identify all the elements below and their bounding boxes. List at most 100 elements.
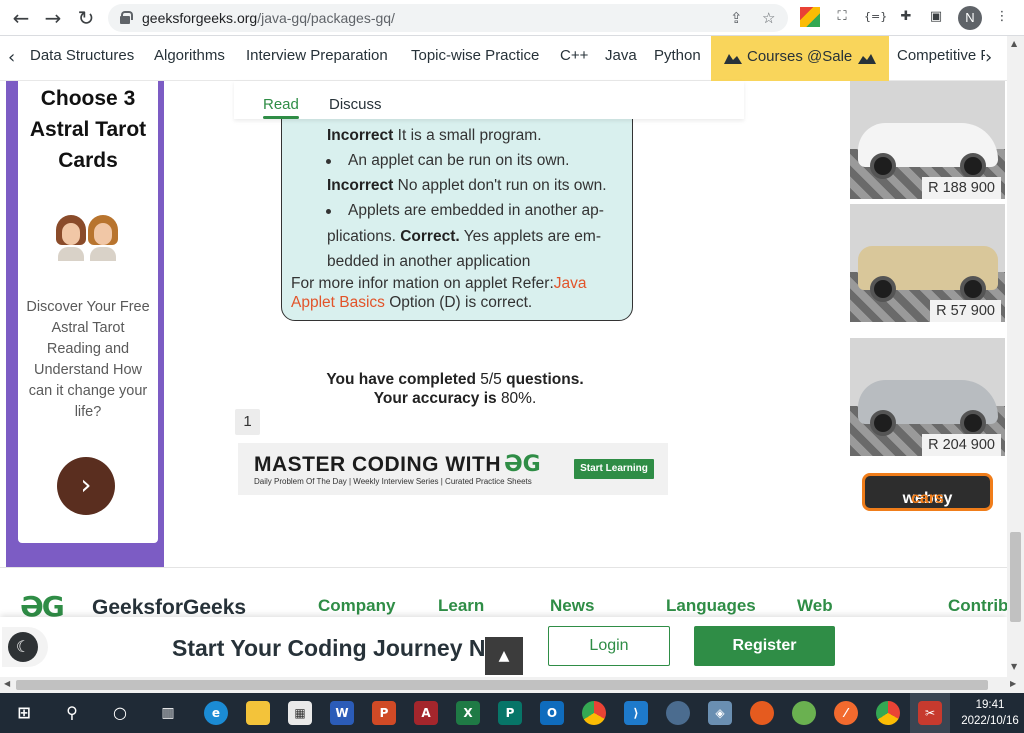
scroll-to-top-icon[interactable]: ▲ [485, 637, 523, 675]
horizontal-scroll-thumb[interactable] [16, 680, 988, 690]
footer-col-learn[interactable]: Learn [438, 596, 484, 616]
scroll-down-arrow-icon[interactable]: ▼ [1011, 662, 1017, 671]
bookmark-star-icon[interactable]: ☆ [762, 9, 775, 27]
explanation-bullet: An applet can be run on its own. [348, 152, 570, 169]
file-explorer-icon[interactable] [246, 701, 270, 725]
completed-count: You have completed 5/5 questions. [326, 371, 584, 388]
footer-col-web[interactable]: Web [797, 596, 833, 616]
nav-item-data-structures[interactable]: Data Structures [30, 47, 134, 64]
scroll-up-arrow-icon[interactable]: ▲ [1011, 39, 1017, 48]
word-icon[interactable]: W [330, 701, 354, 725]
tarot-ad-text: Discover Your Free Astral Tarot Reading … [26, 299, 150, 420]
car-ad[interactable]: R 57 900 [850, 204, 1005, 322]
nav-item-topic-wise-practice[interactable]: Topic-wise Practice [411, 47, 539, 64]
vertical-scrollbar[interactable]: ▲ ▼ [1007, 36, 1024, 677]
extension-colorful-icon[interactable] [800, 7, 820, 27]
search-icon[interactable]: ⚲ [60, 701, 84, 725]
nav-item-python[interactable]: Python [654, 47, 701, 64]
scroll-right-arrow-icon[interactable]: ▶ [1010, 679, 1016, 688]
login-button[interactable]: Login [548, 626, 670, 666]
tarot-readers-image [56, 215, 120, 263]
profile-avatar[interactable]: N [958, 6, 982, 30]
nav-item-algorithms[interactable]: Algorithms [154, 47, 225, 64]
java-link[interactable]: Java [554, 275, 587, 292]
reload-icon[interactable]: ↻ [75, 7, 97, 29]
menu-kebab-icon[interactable]: ⋮ [992, 7, 1012, 27]
explanation-line: Incorrect No applet don't run on its own… [327, 177, 607, 194]
excel-icon[interactable]: X [456, 701, 480, 725]
clock-time: 19:41 [975, 699, 1005, 711]
tarot-ad-card: Choose 3 Astral Tarot Cards Discover You… [18, 81, 158, 543]
screenshot-icon[interactable]: ⛶ [832, 7, 852, 27]
postman-icon[interactable]: ⁄ [834, 701, 858, 725]
active-tab-indicator [263, 116, 299, 119]
register-button[interactable]: Register [694, 626, 835, 666]
sidepanel-icon[interactable]: ▣ [926, 7, 946, 27]
explanation-line: bedded in another application [327, 253, 531, 270]
bullet-icon [326, 209, 331, 214]
gfg-logo-icon: ƏG [504, 452, 541, 477]
share-icon[interactable]: ⇪ [730, 9, 743, 27]
address-bar[interactable]: geeksforgeeks.org/java-gq/packages-gq/ ⇪… [108, 4, 788, 32]
nav-item-courses-sale[interactable]: Courses @Sale [711, 36, 889, 81]
powerpoint-icon[interactable]: P [372, 701, 396, 725]
access-icon[interactable]: A [414, 701, 438, 725]
moon-icon: ☾ [8, 632, 38, 662]
json-extension-icon[interactable]: {=} [864, 7, 887, 27]
footer-col-company[interactable]: Company [318, 596, 395, 616]
edge-icon[interactable]: e [204, 701, 228, 725]
nav-item-cpp[interactable]: C++ [560, 47, 588, 64]
webuycars-logo[interactable]: webuy cars [862, 473, 993, 511]
applet-basics-link[interactable]: Applet Basics [291, 294, 385, 311]
pagination-page[interactable]: 1 [235, 409, 260, 435]
courses-sale-label: Courses @Sale [747, 48, 853, 65]
car-price: R 57 900 [930, 300, 1001, 322]
firefox-icon[interactable] [750, 701, 774, 725]
outlook-icon[interactable]: O [540, 701, 564, 725]
dark-mode-toggle[interactable]: ☾ [2, 627, 48, 667]
nav-scroll-right-icon[interactable]: › [985, 47, 1003, 68]
footer-col-languages[interactable]: Languages [666, 596, 756, 616]
windows-start-icon[interactable]: ⊞ [12, 701, 36, 725]
vertical-scroll-thumb[interactable] [1010, 532, 1021, 622]
nav-item-java[interactable]: Java [605, 47, 637, 64]
lock-icon [120, 11, 133, 24]
horizontal-scrollbar[interactable]: ◀ ▶ [0, 677, 1024, 693]
browser-toolbar: ← → ↻ geeksforgeeks.org/java-gq/packages… [0, 0, 1024, 36]
vscode-icon[interactable]: ⟩ [624, 701, 648, 725]
cortana-icon[interactable]: ○ [108, 701, 132, 725]
sale-banner-icon [724, 54, 742, 64]
task-view-icon[interactable]: ▥ [156, 701, 180, 725]
car-price: R 204 900 [922, 434, 1001, 456]
cta-headline: Start Your Coding Journey Now! [172, 635, 526, 661]
url-text: geeksforgeeks.org/java-gq/packages-gq/ [142, 10, 395, 26]
tarot-ad-next-button[interactable]: › [57, 457, 115, 515]
chrome-profile-icon[interactable] [876, 701, 900, 725]
tarot-advertisement[interactable]: Choose 3 Astral Tarot Cards Discover You… [6, 81, 164, 567]
scroll-left-arrow-icon[interactable]: ◀ [4, 679, 10, 688]
store-icon[interactable]: ▦ [288, 701, 312, 725]
system-clock[interactable]: 19:41 2022/10/16 [958, 697, 1022, 729]
start-learning-button[interactable]: Start Learning [574, 459, 654, 479]
forward-icon[interactable]: → [42, 7, 64, 29]
snipping-tool-icon[interactable]: ✂ [918, 701, 942, 725]
back-icon[interactable]: ← [10, 7, 32, 29]
tab-discuss[interactable]: Discuss [329, 96, 382, 113]
master-coding-banner[interactable]: MASTER CODING WITH ƏG Daily Problem Of T… [238, 443, 668, 495]
explanation-bullet: Applets are embedded in another ap- [348, 202, 604, 219]
bullet-icon [326, 159, 331, 164]
car-ad[interactable]: R 188 900 [850, 81, 1005, 199]
tab-read[interactable]: Read [263, 96, 299, 113]
nav-item-competitive-programming[interactable]: Competitive P [897, 47, 990, 64]
nav-item-interview-preparation[interactable]: Interview Preparation [246, 47, 388, 64]
extensions-puzzle-icon[interactable]: ✚ [896, 7, 916, 27]
spring-tool-icon[interactable] [792, 701, 816, 725]
nav-scroll-left-icon[interactable]: ‹ [8, 47, 15, 68]
postgresql-icon[interactable] [666, 701, 690, 725]
footer-col-news[interactable]: News [550, 596, 594, 616]
virtualbox-icon[interactable]: ◈ [708, 701, 732, 725]
publisher-icon[interactable]: P [498, 701, 522, 725]
footer-col-contribute[interactable]: Contrib [948, 596, 1008, 616]
car-ad[interactable]: R 204 900 [850, 338, 1005, 456]
chrome-icon[interactable] [582, 701, 606, 725]
